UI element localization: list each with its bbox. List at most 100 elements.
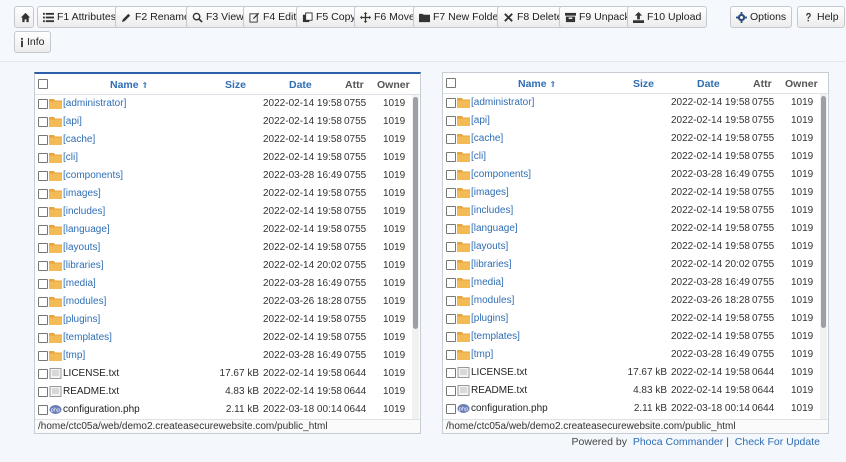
row-checkbox[interactable] xyxy=(446,368,456,378)
row-checkbox[interactable] xyxy=(38,153,48,163)
row-checkbox[interactable] xyxy=(38,333,48,343)
column-date-header[interactable]: Date xyxy=(289,79,312,91)
row-checkbox[interactable] xyxy=(446,134,456,144)
table-row[interactable]: [administrator] 2022-02-14 19:58 0755 1019 xyxy=(35,95,420,113)
table-row[interactable]: [api] 2022-02-14 19:58 0755 1019 xyxy=(443,112,828,130)
column-date-header[interactable]: Date xyxy=(697,78,720,90)
folder-name[interactable]: [administrator] xyxy=(63,98,126,109)
row-checkbox[interactable] xyxy=(38,135,48,145)
folder-name[interactable]: [templates] xyxy=(63,332,112,343)
table-row[interactable]: [components] 2022-03-28 16:49 0755 1019 xyxy=(35,167,420,185)
row-checkbox[interactable] xyxy=(38,279,48,289)
move-button[interactable]: F6 Move xyxy=(354,6,421,28)
table-row[interactable]: [images] 2022-02-14 19:58 0755 1019 xyxy=(443,184,828,202)
column-name-header[interactable]: Name ⇑ xyxy=(518,78,556,90)
folder-name[interactable]: [modules] xyxy=(471,295,514,306)
folder-name[interactable]: [images] xyxy=(471,187,509,198)
attributes-button[interactable]: F1 Attributes xyxy=(37,6,122,28)
file-name[interactable]: LICENSE.txt xyxy=(63,368,119,379)
folder-name[interactable]: [layouts] xyxy=(471,241,508,252)
rename-button[interactable]: F2 Rename xyxy=(115,6,196,28)
row-checkbox[interactable] xyxy=(38,351,48,361)
folder-name[interactable]: [media] xyxy=(471,277,504,288)
options-button[interactable]: Options xyxy=(730,6,793,28)
row-checkbox[interactable] xyxy=(446,404,456,414)
folder-name[interactable]: [plugins] xyxy=(471,313,508,324)
row-checkbox[interactable] xyxy=(446,296,456,306)
row-checkbox[interactable] xyxy=(38,207,48,217)
copy-button[interactable]: F5 Copy xyxy=(296,6,362,28)
table-row[interactable]: [plugins] 2022-02-14 19:58 0755 1019 xyxy=(35,311,420,329)
table-row[interactable]: [includes] 2022-02-14 19:58 0755 1019 xyxy=(35,203,420,221)
folder-name[interactable]: [includes] xyxy=(471,205,513,216)
column-name-header[interactable]: Name ⇑ xyxy=(110,79,148,91)
file-name[interactable]: configuration.php xyxy=(471,403,548,414)
folder-name[interactable]: [language] xyxy=(471,223,518,234)
folder-name[interactable]: [images] xyxy=(63,188,101,199)
table-row[interactable]: [layouts] 2022-02-14 19:58 0755 1019 xyxy=(35,239,420,257)
scrollbar-thumb[interactable] xyxy=(821,96,826,328)
upload-button[interactable]: F10 Upload xyxy=(627,6,708,28)
row-checkbox[interactable] xyxy=(38,171,48,181)
row-checkbox[interactable] xyxy=(446,314,456,324)
folder-name[interactable]: [components] xyxy=(471,169,531,180)
row-checkbox[interactable] xyxy=(38,405,48,415)
row-checkbox[interactable] xyxy=(446,98,456,108)
table-row[interactable]: LICENSE.txt 17.67 kB 2022-02-14 19:58 0644 1… xyxy=(443,364,828,382)
home-button[interactable] xyxy=(14,6,34,28)
folder-name[interactable]: [language] xyxy=(63,224,110,235)
table-row[interactable]: [language] 2022-02-14 19:58 0755 1019 xyxy=(443,220,828,238)
row-checkbox[interactable] xyxy=(38,387,48,397)
table-row[interactable]: [cli] 2022-02-14 19:58 0755 1019 xyxy=(443,148,828,166)
folder-name[interactable]: [includes] xyxy=(63,206,105,217)
folder-name[interactable]: [components] xyxy=(63,170,123,181)
table-row[interactable]: [modules] 2022-03-26 18:28 0755 1019 xyxy=(35,293,420,311)
help-button[interactable]: Help xyxy=(797,6,845,28)
table-row[interactable]: php configuration.php 2.11 kB 2022-03-18 00… xyxy=(35,401,420,419)
table-row[interactable]: [media] 2022-03-28 16:49 0755 1019 xyxy=(35,275,420,293)
folder-name[interactable]: [plugins] xyxy=(63,314,100,325)
row-checkbox[interactable] xyxy=(38,243,48,253)
folder-name[interactable]: [tmp] xyxy=(471,349,493,360)
check-update-link[interactable]: Check For Update xyxy=(735,436,820,448)
table-row[interactable]: README.txt 4.83 kB 2022-02-14 19:58 0644 101… xyxy=(35,383,420,401)
column-size-header[interactable]: Size xyxy=(225,79,246,91)
row-checkbox[interactable] xyxy=(38,99,48,109)
row-checkbox[interactable] xyxy=(38,369,48,379)
table-row[interactable]: php configuration.php 2.11 kB 2022-03-18 00… xyxy=(443,400,828,418)
table-row[interactable]: [libraries] 2022-02-14 20:02 0755 1019 xyxy=(35,257,420,275)
table-row[interactable]: [cache] 2022-02-14 19:58 0755 1019 xyxy=(35,131,420,149)
table-row[interactable]: [api] 2022-02-14 19:58 0755 1019 xyxy=(35,113,420,131)
row-checkbox[interactable] xyxy=(446,242,456,252)
table-row[interactable]: [components] 2022-03-28 16:49 0755 1019 xyxy=(443,166,828,184)
table-row[interactable]: [cache] 2022-02-14 19:58 0755 1019 xyxy=(443,130,828,148)
folder-name[interactable]: [api] xyxy=(471,115,490,126)
file-name[interactable]: configuration.php xyxy=(63,404,140,415)
table-row[interactable]: [plugins] 2022-02-14 19:58 0755 1019 xyxy=(443,310,828,328)
file-name[interactable]: README.txt xyxy=(471,385,527,396)
folder-name[interactable]: [api] xyxy=(63,116,82,127)
folder-name[interactable]: [cache] xyxy=(471,133,503,144)
row-checkbox[interactable] xyxy=(38,297,48,307)
row-checkbox[interactable] xyxy=(446,350,456,360)
row-checkbox[interactable] xyxy=(38,189,48,199)
table-row[interactable]: [language] 2022-02-14 19:58 0755 1019 xyxy=(35,221,420,239)
row-checkbox[interactable] xyxy=(446,260,456,270)
new-folder-button[interactable]: F7 New Folder xyxy=(413,6,508,28)
row-checkbox[interactable] xyxy=(446,206,456,216)
column-size-header[interactable]: Size xyxy=(633,78,654,90)
table-row[interactable]: [media] 2022-03-28 16:49 0755 1019 xyxy=(443,274,828,292)
unpack-button[interactable]: F9 Unpack xyxy=(559,6,636,28)
folder-name[interactable]: [administrator] xyxy=(471,97,534,108)
row-checkbox[interactable] xyxy=(446,224,456,234)
scrollbar[interactable] xyxy=(412,95,419,421)
folder-name[interactable]: [tmp] xyxy=(63,350,85,361)
table-row[interactable]: LICENSE.txt 17.67 kB 2022-02-14 19:58 0644 1… xyxy=(35,365,420,383)
row-checkbox[interactable] xyxy=(446,170,456,180)
file-name[interactable]: README.txt xyxy=(63,386,119,397)
table-row[interactable]: [layouts] 2022-02-14 19:58 0755 1019 xyxy=(443,238,828,256)
table-row[interactable]: [images] 2022-02-14 19:58 0755 1019 xyxy=(35,185,420,203)
table-row[interactable]: [templates] 2022-02-14 19:58 0755 1019 xyxy=(443,328,828,346)
table-row[interactable]: README.txt 4.83 kB 2022-02-14 19:58 0644 101… xyxy=(443,382,828,400)
row-checkbox[interactable] xyxy=(38,261,48,271)
